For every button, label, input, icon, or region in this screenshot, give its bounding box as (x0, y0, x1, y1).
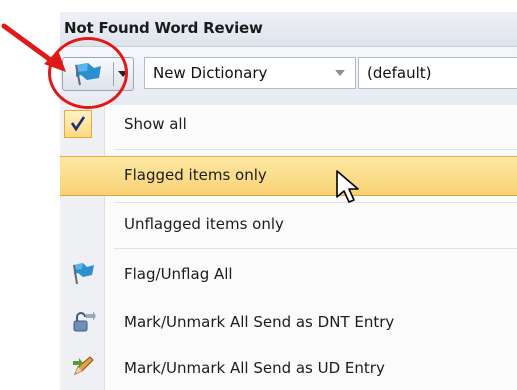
lock-arrow-icon (73, 311, 96, 332)
type-select[interactable]: (default) (358, 57, 517, 89)
checkmark-icon (64, 110, 92, 138)
panel-title: Not Found Word Review (64, 19, 263, 37)
menu-item-show-all[interactable]: Show all (60, 106, 517, 144)
dictionary-select[interactable]: New Dictionary (144, 57, 356, 89)
toolbar: New Dictionary (default) (60, 47, 517, 105)
menu-item-label: Flagged items only (124, 166, 267, 184)
menu-item-label: Show all (124, 115, 187, 133)
mouse-cursor-icon (336, 170, 359, 203)
type-select-value: (default) (367, 64, 432, 82)
menu-item-flagged-only[interactable]: Flagged items only (60, 156, 517, 196)
pencil-arrow-icon (73, 356, 94, 375)
menu-item-label: Unflagged items only (124, 215, 284, 233)
menu-divider (114, 248, 517, 249)
menu-divider (114, 202, 517, 203)
menu-item-flag-unflag-all[interactable]: Flag/Unflag All (60, 256, 517, 294)
menu-item-mark-dnt[interactable]: Mark/Unmark All Send as DNT Entry (60, 304, 517, 342)
filter-menu: Show all Flagged items only Unflagged it… (60, 106, 517, 390)
panel-header: Not Found Word Review (60, 12, 517, 47)
dictionary-select-value: New Dictionary (153, 64, 268, 82)
menu-item-unflagged-only[interactable]: Unflagged items only (60, 206, 517, 244)
menu-item-label: Mark/Unmark All Send as DNT Entry (124, 313, 395, 331)
annotation-circle (48, 37, 128, 109)
menu-item-label: Flag/Unflag All (124, 265, 233, 283)
menu-item-mark-ud[interactable]: Mark/Unmark All Send as UD Entry (60, 350, 517, 388)
menu-item-label: Mark/Unmark All Send as UD Entry (124, 359, 385, 377)
menu-icon-gutter (60, 106, 105, 390)
chevron-down-icon[interactable] (335, 70, 345, 76)
flag-icon (73, 263, 94, 285)
menu-divider (114, 149, 517, 150)
